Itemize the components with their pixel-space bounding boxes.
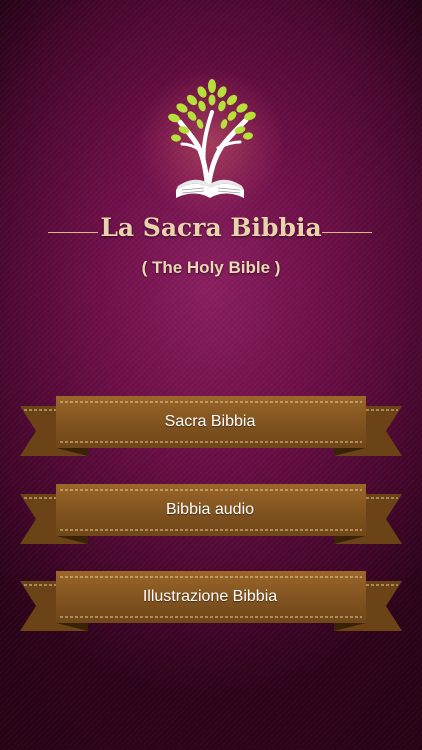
app-title: La Sacra Bibbia <box>100 213 322 242</box>
menu-button-sacra-bibbia[interactable]: Sacra Bibbia <box>0 396 422 460</box>
menu-button-label: Bibbia audio <box>165 501 255 518</box>
menu-button-label: Sacra Bibbia <box>164 413 256 430</box>
menu-button-bibbia-audio[interactable]: Bibbia audio <box>0 484 422 548</box>
tree-book-logo-icon <box>168 79 256 198</box>
title-divider-right <box>322 232 372 233</box>
app-subtitle: ( The Holy Bible ) <box>141 258 281 277</box>
menu-button-illustrazione-bibbia[interactable]: Illustrazione Bibbia <box>0 571 422 635</box>
splash-screen: La Sacra Bibbia ( The Holy Bible ) Sacra… <box>0 0 422 750</box>
title-row: La Sacra Bibbia <box>0 208 422 248</box>
menu-button-label: Illustrazione Bibbia <box>142 588 278 605</box>
